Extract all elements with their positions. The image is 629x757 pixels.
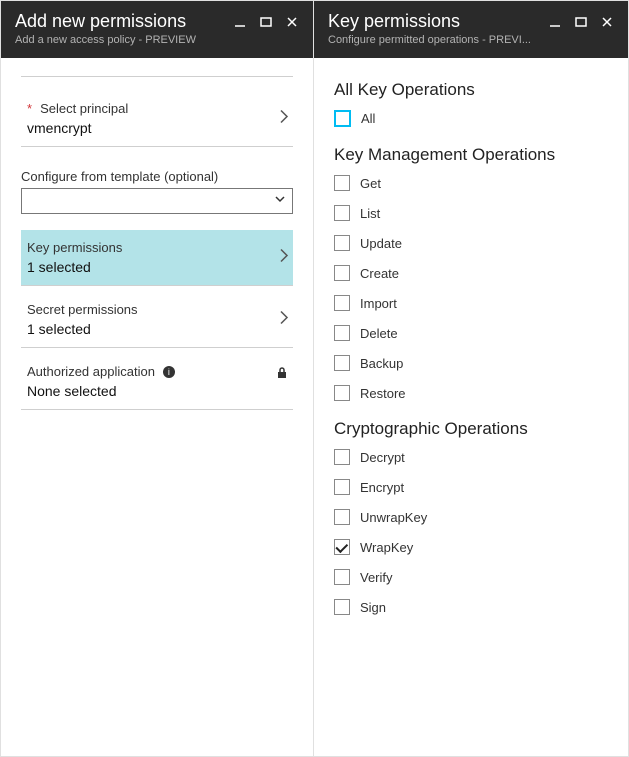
- close-icon[interactable]: [285, 15, 299, 29]
- checkbox-icon: [334, 325, 350, 341]
- checkbox-icon: [334, 539, 350, 555]
- secret-permissions-row[interactable]: Secret permissions 1 selected: [21, 292, 293, 348]
- checkbox-create[interactable]: Create: [334, 265, 608, 281]
- required-star: *: [27, 101, 32, 116]
- checkbox-encrypt[interactable]: Encrypt: [334, 479, 608, 495]
- checkbox-icon: [334, 385, 350, 401]
- template-label: Configure from template (optional): [21, 169, 293, 184]
- checkbox-unwrapkey[interactable]: UnwrapKey: [334, 509, 608, 525]
- authorized-application-value: None selected: [27, 383, 287, 399]
- checkbox-import[interactable]: Import: [334, 295, 608, 311]
- authorized-application-row: Authorized application i None selected: [21, 354, 293, 410]
- lock-icon: [275, 366, 289, 385]
- checkbox-icon: [334, 110, 351, 127]
- checkbox-icon: [334, 449, 350, 465]
- left-header: Add new permissions Add a new access pol…: [1, 1, 313, 58]
- chevron-right-icon: [279, 108, 289, 129]
- key-permissions-value: 1 selected: [27, 259, 287, 275]
- checkbox-verify[interactable]: Verify: [334, 569, 608, 585]
- all-operations-title: All Key Operations: [334, 80, 608, 100]
- checkbox-list[interactable]: List: [334, 205, 608, 221]
- checkbox-update[interactable]: Update: [334, 235, 608, 251]
- close-icon[interactable]: [600, 15, 614, 29]
- key-permissions-panel: Key permissions Configure permitted oper…: [314, 1, 628, 756]
- maximize-icon[interactable]: [259, 15, 273, 29]
- maximize-icon[interactable]: [574, 15, 588, 29]
- secret-permissions-value: 1 selected: [27, 321, 287, 337]
- checkbox-backup[interactable]: Backup: [334, 355, 608, 371]
- checkbox-icon: [334, 295, 350, 311]
- checkbox-icon: [334, 569, 350, 585]
- left-subtitle: Add a new access policy - PREVIEW: [15, 34, 299, 46]
- chevron-right-icon: [279, 309, 289, 330]
- right-subtitle: Configure permitted operations - PREVI..…: [328, 34, 614, 46]
- checkbox-wrapkey[interactable]: WrapKey: [334, 539, 608, 555]
- checkbox-icon: [334, 235, 350, 251]
- template-select[interactable]: [21, 188, 293, 214]
- left-title: Add new permissions: [15, 11, 233, 32]
- mgmt-operations-title: Key Management Operations: [334, 145, 608, 165]
- select-principal-row[interactable]: * Select principal vmencrypt: [21, 91, 293, 147]
- minimize-icon[interactable]: [233, 15, 247, 29]
- select-principal-value: vmencrypt: [27, 120, 287, 136]
- key-permissions-label: Key permissions: [27, 240, 287, 255]
- checkbox-delete[interactable]: Delete: [334, 325, 608, 341]
- info-icon[interactable]: i: [163, 366, 175, 378]
- divider: [21, 76, 293, 77]
- checkbox-icon: [334, 599, 350, 615]
- checkbox-icon: [334, 479, 350, 495]
- crypto-operations-title: Cryptographic Operations: [334, 419, 608, 439]
- authorized-application-label: Authorized application: [27, 364, 155, 379]
- checkbox-sign[interactable]: Sign: [334, 599, 608, 615]
- checkbox-icon: [334, 265, 350, 281]
- checkbox-get[interactable]: Get: [334, 175, 608, 191]
- checkbox-icon: [334, 175, 350, 191]
- checkbox-decrypt[interactable]: Decrypt: [334, 449, 608, 465]
- chevron-right-icon: [279, 247, 289, 268]
- select-principal-label: Select principal: [40, 101, 128, 116]
- checkbox-all-label: All: [361, 111, 375, 126]
- chevron-down-icon: [274, 192, 286, 210]
- checkbox-icon: [334, 205, 350, 221]
- key-permissions-row[interactable]: Key permissions 1 selected: [21, 230, 293, 286]
- minimize-icon[interactable]: [548, 15, 562, 29]
- add-permissions-panel: Add new permissions Add a new access pol…: [1, 1, 314, 756]
- checkbox-restore[interactable]: Restore: [334, 385, 608, 401]
- secret-permissions-label: Secret permissions: [27, 302, 287, 317]
- checkbox-icon: [334, 509, 350, 525]
- right-header: Key permissions Configure permitted oper…: [314, 1, 628, 58]
- checkbox-all[interactable]: All: [334, 110, 608, 127]
- right-title: Key permissions: [328, 11, 548, 32]
- checkbox-icon: [334, 355, 350, 371]
